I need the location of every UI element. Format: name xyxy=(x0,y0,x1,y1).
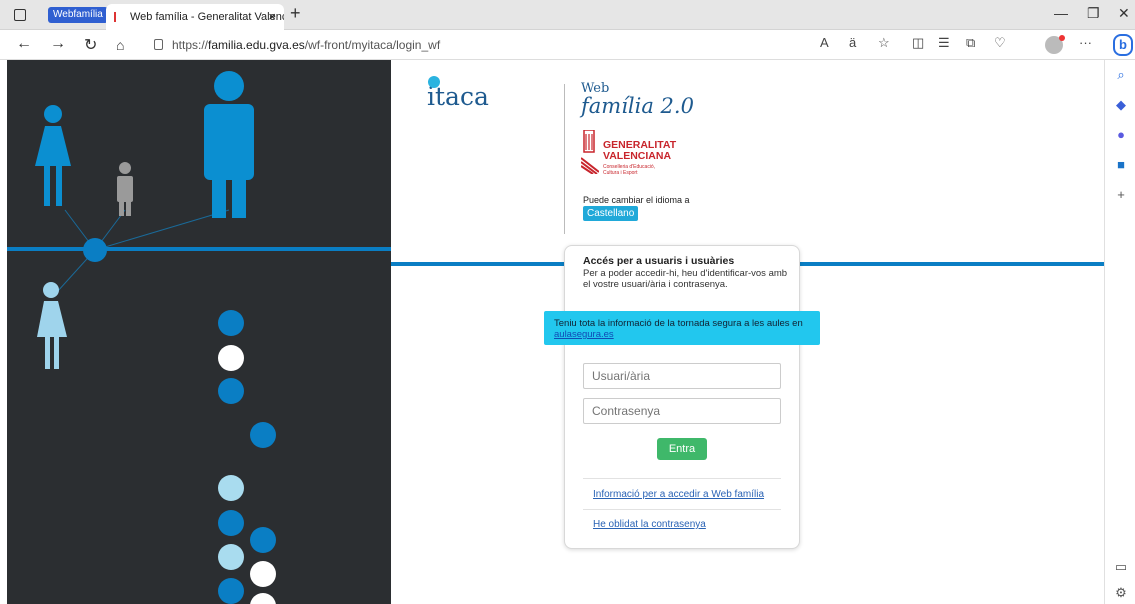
url-path: /wf-front/myitaca/login_wf xyxy=(304,38,441,52)
itaca-globe-icon xyxy=(428,76,440,88)
tab-bar: Webfamília Web família - Generalitat Val… xyxy=(0,0,1135,30)
generalitat-logo: GENERALITAT VALENCIANA Conselleria d'Edu… xyxy=(581,130,691,176)
search-icon[interactable]: ⌕ xyxy=(1114,68,1128,82)
login-title: Accés per a usuaris i usuàries xyxy=(583,255,735,267)
login-submit-button[interactable]: Entra xyxy=(657,438,707,460)
active-tab[interactable]: Web família - Generalitat Valenci × xyxy=(106,4,284,30)
login-card: Accés per a usuaris i usuàries Per a pod… xyxy=(564,245,800,549)
restore-icon[interactable]: ❐ xyxy=(1087,5,1100,22)
tab-title: Web família - Generalitat Valenci xyxy=(130,11,284,23)
username-input[interactable] xyxy=(583,363,781,389)
refresh-icon[interactable]: ↻ xyxy=(84,35,97,55)
card-divider xyxy=(583,478,781,479)
lock-icon xyxy=(154,39,163,50)
tools-icon[interactable]: ● xyxy=(1114,128,1128,142)
new-tab-button[interactable]: + xyxy=(290,3,301,24)
language-prompt: Puede cambiar el idioma a xyxy=(583,195,690,205)
info-access-link[interactable]: Informació per a accedir a Web família xyxy=(593,489,764,500)
outlook-icon[interactable]: ■ xyxy=(1114,158,1128,172)
more-menu-icon[interactable]: ··· xyxy=(1079,35,1092,50)
tab-actions-icon[interactable] xyxy=(14,9,26,21)
url-field[interactable]: https://familia.edu.gva.es/wf-front/myit… xyxy=(148,34,808,56)
add-app-icon[interactable]: + xyxy=(1114,188,1128,202)
safe-return-notice: Teniu tota la informació de la tornada s… xyxy=(544,311,820,345)
back-icon[interactable]: ← xyxy=(16,35,32,53)
close-tab-icon[interactable]: × xyxy=(268,4,276,30)
split-screen-icon[interactable]: ◫ xyxy=(912,35,924,51)
browser-essentials-icon[interactable]: ♡ xyxy=(994,35,1006,51)
itaca-logo: itaca xyxy=(427,76,489,111)
hero-illustration xyxy=(7,60,391,604)
address-bar-row: ← → ↻ ⌂ https://familia.edu.gva.es/wf-fr… xyxy=(0,30,1135,60)
home-icon[interactable]: ⌂ xyxy=(116,37,124,53)
tab-group-label[interactable]: Webfamília xyxy=(48,7,108,23)
people-network-graphic xyxy=(7,71,391,604)
aulasegura-link[interactable]: aulasegura.es xyxy=(554,329,614,340)
url-host: familia.edu.gva.es xyxy=(208,38,305,52)
language-switch-button[interactable]: Castellano xyxy=(583,206,639,221)
shopping-tag-icon[interactable]: ◆ xyxy=(1114,98,1128,112)
close-window-icon[interactable]: ✕ xyxy=(1118,5,1130,22)
product-name: família 2.0 xyxy=(581,94,694,118)
header-divider xyxy=(564,84,565,234)
hide-sidebar-icon[interactable]: ▭ xyxy=(1114,560,1128,574)
bing-chat-icon[interactable]: b xyxy=(1113,34,1133,56)
password-input[interactable] xyxy=(583,398,781,424)
generalitat-name: GENERALITAT VALENCIANA xyxy=(603,139,677,162)
generalitat-dept: Conselleria d'Educació, Cultura i Esport xyxy=(603,164,656,176)
collections-icon[interactable]: ⧉ xyxy=(966,35,975,51)
notice-text: Teniu tota la informació de la tornada s… xyxy=(554,318,803,329)
product-title: Web família 2.0 xyxy=(581,82,694,117)
generalitat-shield-icon xyxy=(581,130,599,174)
url-prefix: https:// xyxy=(172,38,209,52)
favicon-icon xyxy=(114,12,122,22)
favorite-icon[interactable]: ☆ xyxy=(878,35,890,51)
browser-sidebar: ⌕ ◆ ● ■ + ▭ ⚙ xyxy=(1104,60,1135,604)
login-description: Per a poder accedir-hi, heu d'identifica… xyxy=(583,268,788,290)
forward-icon[interactable]: → xyxy=(50,35,66,53)
settings-icon[interactable]: ⚙ xyxy=(1114,586,1128,600)
translate-icon[interactable]: ä xyxy=(849,35,856,50)
read-aloud-icon[interactable]: A xyxy=(820,35,829,50)
minimize-icon[interactable]: — xyxy=(1054,5,1068,21)
profile-avatar[interactable] xyxy=(1045,35,1065,54)
forgot-password-link[interactable]: He oblidat la contrasenya xyxy=(593,519,706,530)
card-divider xyxy=(583,509,781,510)
favorites-icon[interactable]: ☰ xyxy=(938,35,950,51)
